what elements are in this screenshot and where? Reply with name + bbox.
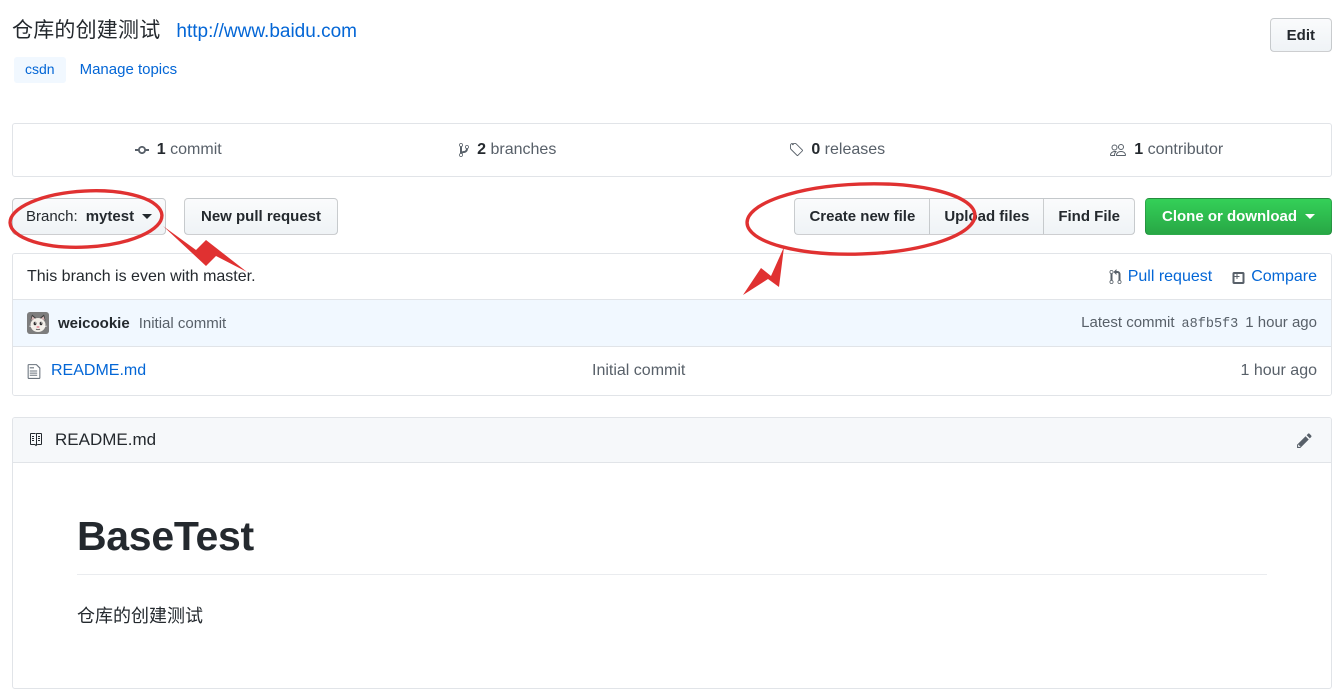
chevron-down-icon	[1305, 214, 1315, 219]
stat-contributors-count: 1	[1134, 141, 1144, 158]
file-age: 1 hour ago	[1240, 362, 1317, 379]
stat-releases-count: 0	[811, 141, 821, 158]
compare-label: Compare	[1251, 267, 1317, 285]
stat-commits-label: commit	[165, 141, 222, 158]
commit-icon	[134, 142, 150, 158]
people-icon	[1109, 142, 1127, 158]
repo-toolbar: Branch: mytest New pull request Create n…	[12, 198, 1332, 236]
repo-toolbar-right-actions: Create new file Upload files Find File C…	[794, 198, 1332, 235]
repo-stats-bar: 1 commit 2 branches 0 releases 1 contrib…	[12, 123, 1332, 177]
topic-tag-csdn[interactable]: csdn	[14, 57, 66, 83]
branch-status-text: This branch is even with master.	[27, 267, 256, 285]
stat-releases[interactable]: 0 releases	[672, 124, 1002, 176]
book-icon	[27, 432, 45, 448]
pull-request-label: Pull request	[1127, 267, 1213, 285]
stat-branches-count: 2	[477, 141, 487, 158]
table-row: README.md Initial commit 1 hour ago	[13, 347, 1331, 395]
latest-commit-sha[interactable]: a8fb5f3	[1182, 317, 1239, 332]
manage-topics-link[interactable]: Manage topics	[80, 61, 178, 78]
file-list-box: This branch is even with master. Pull re…	[12, 253, 1332, 396]
latest-commit-prefix: Latest commit	[1081, 314, 1175, 331]
latest-commit-age: 1 hour ago	[1245, 314, 1317, 331]
file-link-readme[interactable]: README.md	[51, 362, 146, 380]
compare-link[interactable]: Compare	[1232, 268, 1317, 286]
readme-paragraph: 仓库的创建测试	[77, 606, 203, 627]
file-icon	[27, 363, 41, 380]
edit-button[interactable]: Edit	[1269, 18, 1332, 52]
stat-branches[interactable]: 2 branches	[343, 124, 673, 176]
git-compare-icon	[1232, 269, 1245, 285]
repository-page: 仓库的创建测试 http://www.baidu.com csdn Manage…	[0, 0, 1344, 700]
branch-prefix-label: Branch:	[26, 208, 78, 225]
branch-name-label: mytest	[85, 208, 135, 225]
branch-status-row: This branch is even with master. Pull re…	[13, 254, 1331, 300]
chevron-down-icon	[142, 214, 153, 219]
repo-header: 仓库的创建测试 http://www.baidu.com csdn Manage…	[0, 0, 1344, 83]
stat-branches-label: branches	[486, 141, 557, 158]
topics-row: csdn Manage topics	[12, 57, 1332, 83]
repo-homepage-link[interactable]: http://www.baidu.com	[176, 21, 357, 43]
latest-commit-author-area: weicookie Initial commit	[27, 312, 226, 334]
readme-title: README.md	[55, 430, 157, 449]
avatar[interactable]	[27, 312, 49, 334]
upload-files-button[interactable]: Upload files	[929, 198, 1044, 235]
stat-commits-text: 1 commit	[157, 141, 222, 159]
stat-commits-count: 1	[156, 141, 166, 158]
stat-releases-label: releases	[820, 141, 886, 158]
stat-contributors-label: contributor	[1143, 141, 1224, 158]
stat-commits[interactable]: 1 commit	[13, 124, 343, 176]
branch-status-links: Pull request Compare	[1109, 268, 1317, 286]
git-pull-request-icon	[1109, 268, 1122, 285]
file-name-cell: README.md	[27, 362, 497, 380]
branch-selector-button[interactable]: Branch: mytest	[12, 198, 167, 235]
pencil-icon[interactable]	[1291, 427, 1317, 453]
latest-commit-message[interactable]: Initial commit	[139, 315, 227, 332]
file-action-button-group: Create new file Upload files Find File	[794, 198, 1135, 235]
readme-title-area: README.md	[27, 430, 156, 450]
repo-description: 仓库的创建测试	[12, 19, 161, 42]
stat-releases-text: 0 releases	[811, 141, 885, 159]
readme-header: README.md	[13, 418, 1331, 463]
readme-heading: BaseTest	[77, 511, 1267, 576]
readme-body: BaseTest 仓库的创建测试	[13, 463, 1331, 630]
create-new-file-button[interactable]: Create new file	[794, 198, 930, 235]
repo-title-row: 仓库的创建测试 http://www.baidu.com	[12, 18, 1332, 43]
pull-request-link[interactable]: Pull request	[1109, 267, 1213, 286]
readme-box: README.md BaseTest 仓库的创建测试	[12, 417, 1332, 689]
stat-contributors-text: 1 contributor	[1134, 141, 1223, 159]
stat-branches-text: 2 branches	[477, 141, 556, 159]
new-pull-request-button[interactable]: New pull request	[184, 198, 339, 235]
latest-commit-author[interactable]: weicookie	[58, 315, 130, 332]
clone-or-download-button[interactable]: Clone or download	[1145, 198, 1332, 235]
latest-commit-meta: Latest commit a8fb5f3 1 hour ago	[1081, 314, 1317, 332]
branch-icon	[458, 142, 470, 158]
tag-icon	[788, 142, 804, 158]
clone-or-download-label: Clone or download	[1162, 208, 1297, 225]
stat-contributors[interactable]: 1 contributor	[1002, 124, 1332, 176]
file-commit-message[interactable]: Initial commit	[497, 362, 1240, 380]
latest-commit-row: weicookie Initial commit Latest commit a…	[13, 300, 1331, 347]
find-file-button[interactable]: Find File	[1043, 198, 1135, 235]
